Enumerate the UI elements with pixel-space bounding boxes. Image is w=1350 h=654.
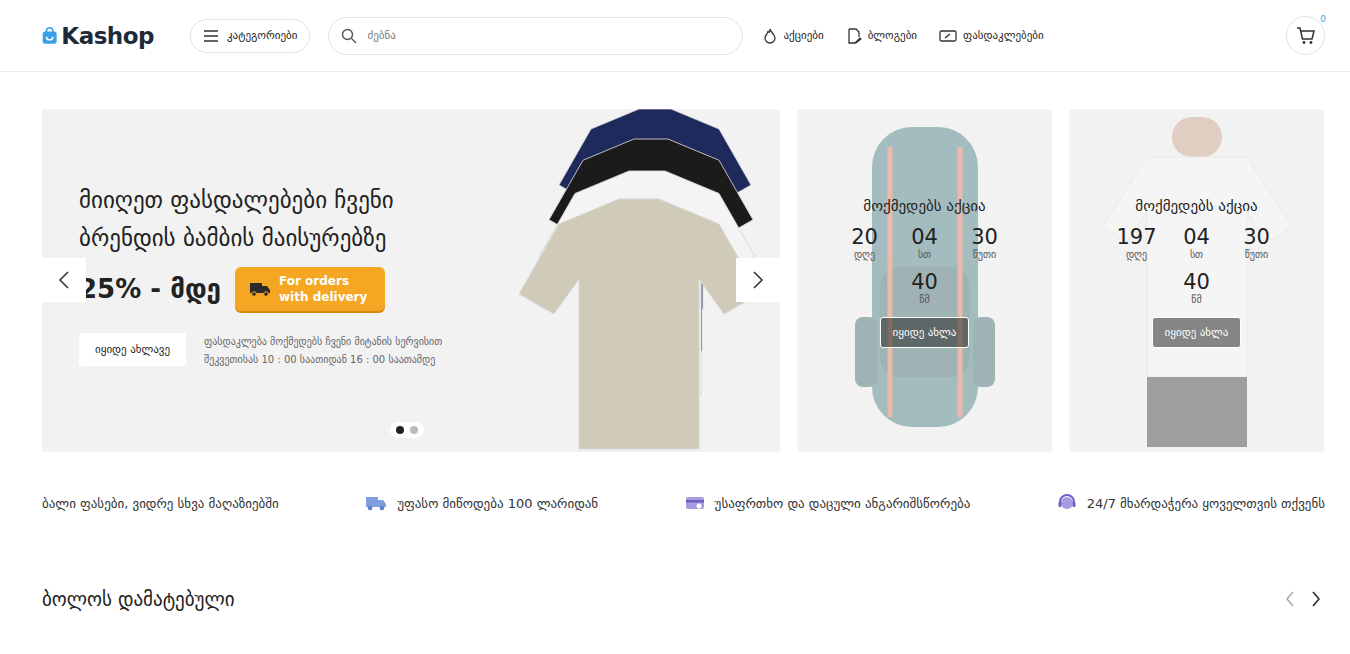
promo-body: მოქმედებს აქცია 20დღე 04სთ 30წუთი 40წმ იყიდე … [835,109,1015,452]
buy-now-button[interactable]: იყიდე ახლავე [79,333,186,366]
countdown-unit: სთ [1190,249,1203,260]
next-slide-button[interactable] [736,258,780,302]
countdown-unit: წმ [1191,294,1201,305]
cart-icon [1296,27,1316,45]
countdown-cell: 04სთ [911,225,938,260]
countdown-cell: 30წუთი [971,225,998,260]
promo-buy-button[interactable]: იყიდე ახლა [1152,317,1242,348]
carousel-dot[interactable] [396,426,404,434]
countdown-cell: 40წმ [1183,270,1210,305]
promo-body: მოქმედებს აქცია 197დღე 04სთ 30წუთი 40წმ იყიდე… [1107,109,1287,452]
countdown-value: 30 [971,225,998,249]
discount-label: 25% - მდე [79,274,221,304]
promo-card[interactable]: მოქმედებს აქცია 197დღე 04სთ 30წუთი 40წმ იყიდე… [1069,109,1324,452]
section-arrows [1285,591,1325,607]
search-icon [341,28,357,44]
carousel-dots [390,422,424,438]
countdown: 20დღე 04სთ 30წუთი 40წმ [835,225,1015,305]
countdown-cell: 04სთ [1183,225,1210,260]
countdown-unit: წუთი [1245,249,1269,260]
promo-title: მოქმედებს აქცია [863,197,985,215]
chevron-right-icon [752,271,764,289]
hero-section: მიიღეთ ფასდალებები ჩვენი ბრენდის ბამბის … [42,109,1325,452]
cart-count-badge: 0 [1320,14,1326,24]
nav-label: აქციები [783,29,823,42]
countdown-unit: წმ [919,294,929,305]
countdown-cell: 197დღე [1116,225,1156,260]
countdown-unit: წუთი [973,249,997,260]
blog-icon [846,28,862,44]
flame-icon [763,28,777,44]
chevron-left-icon[interactable] [1285,591,1295,607]
hero-title: მიიღეთ ფასდალებები ჩვენი ბრენდის ბამბის … [79,181,409,257]
nav-label: ბლოგები [868,29,917,42]
features-bar: ბალი ფასები, ვიდრე სხვა მაღაზიებში უფასო … [42,488,1325,518]
carousel-dot[interactable] [410,426,418,434]
countdown-unit: დღე [854,249,875,260]
feature-label: უსაფრთხო და დაცული ანგარიშსწორება [715,496,971,511]
chevron-left-icon [58,271,70,289]
categories-button[interactable]: კატეგორიები [190,19,310,53]
logo[interactable]: Kashop [42,23,154,49]
countdown-value: 04 [911,225,938,249]
logo-text: Kashop [61,23,154,49]
feature-label: ბალი ფასები, ვიდრე სხვა მაღაზიებში [42,496,279,511]
header: Kashop კატეგორიები აქციები ბლოგები ფასდაკლებ… [0,0,1350,72]
nav: აქციები ბლოგები ფასდაკლებები [763,28,1043,44]
nav-item[interactable]: ბლოგები [846,28,917,44]
nav-item[interactable]: ფასდაკლებები [939,28,1044,44]
feature-label: უფასო მიწოდება 100 ლარიდან [397,496,598,511]
countdown-value: 40 [1183,270,1210,294]
discount-note: ფასდაკლება მოქმედებს ჩვენი მიტანის სერვი… [204,333,454,369]
countdown-cell: 20დღე [851,225,878,260]
nav-item[interactable]: აქციები [763,28,823,44]
section-title: ბოლოს დამატებული [42,588,235,610]
page: Kashop კატეგორიები აქციები ბლოგები ფასდაკლებ… [0,0,1350,654]
card-icon [685,495,705,511]
feature-item: 24/7 მხარდაჭერა ყოველთვის თქვენს [1057,493,1325,513]
feature-item: ბალი ფასები, ვიდრე სხვა მაღაზიებში [42,496,279,511]
nav-label: ფასდაკლებები [963,29,1044,42]
promo-buy-button[interactable]: იყიდე ახლა [880,317,970,348]
countdown-cell: 30წუთი [1243,225,1270,260]
latest-section: ბოლოს დამატებული [42,588,1325,610]
promo-card[interactable]: მოქმედებს აქცია 20დღე 04სთ 30წუთი 40წმ იყიდე … [797,109,1052,452]
feature-item: უფასო მიწოდება 100 ლარიდან [365,495,598,511]
truck-icon [249,281,271,297]
truck-icon [365,495,387,511]
countdown-value: 40 [911,270,938,294]
hero-carousel: მიიღეთ ფასდალებები ჩვენი ბრენდის ბამბის … [42,109,780,452]
content: მიიღეთ ფასდალებები ჩვენი ბრენდის ბამბის … [0,109,1350,610]
countdown: 197დღე 04სთ 30წუთი 40წმ [1107,225,1287,305]
badge-text: For orders with delivery [279,273,375,305]
delivery-badge: For orders with delivery [235,267,385,311]
countdown-value: 04 [1183,225,1210,249]
search-field[interactable] [328,17,743,55]
prev-slide-button[interactable] [42,258,86,302]
support-icon [1057,493,1077,513]
discount-row: 25% - მდე For orders with delivery [79,267,499,311]
cart-button[interactable]: 0 [1286,16,1325,55]
search-input[interactable] [365,28,730,43]
countdown-value: 20 [851,225,878,249]
categories-label: კატეგორიები [227,29,297,42]
countdown-value: 197 [1116,225,1156,249]
countdown-cell: 40წმ [911,270,938,305]
promo-title: მოქმედებს აქცია [1135,197,1257,215]
countdown-unit: დღე [1126,249,1147,260]
menu-icon [203,29,219,43]
ticket-icon [939,29,957,43]
feature-item: უსაფრთხო და დაცული ანგარიშსწორება [685,495,971,511]
countdown-unit: სთ [918,249,931,260]
feature-label: 24/7 მხარდაჭერა ყოველთვის თქვენს [1087,496,1325,511]
buy-row: იყიდე ახლავე ფასდაკლება მოქმედებს ჩვენი მ… [79,333,499,369]
countdown-value: 30 [1243,225,1270,249]
bag-icon [42,23,57,49]
chevron-right-icon[interactable] [1311,591,1321,607]
hero-text: მიიღეთ ფასდალებები ჩვენი ბრენდის ბამბის … [42,109,499,452]
